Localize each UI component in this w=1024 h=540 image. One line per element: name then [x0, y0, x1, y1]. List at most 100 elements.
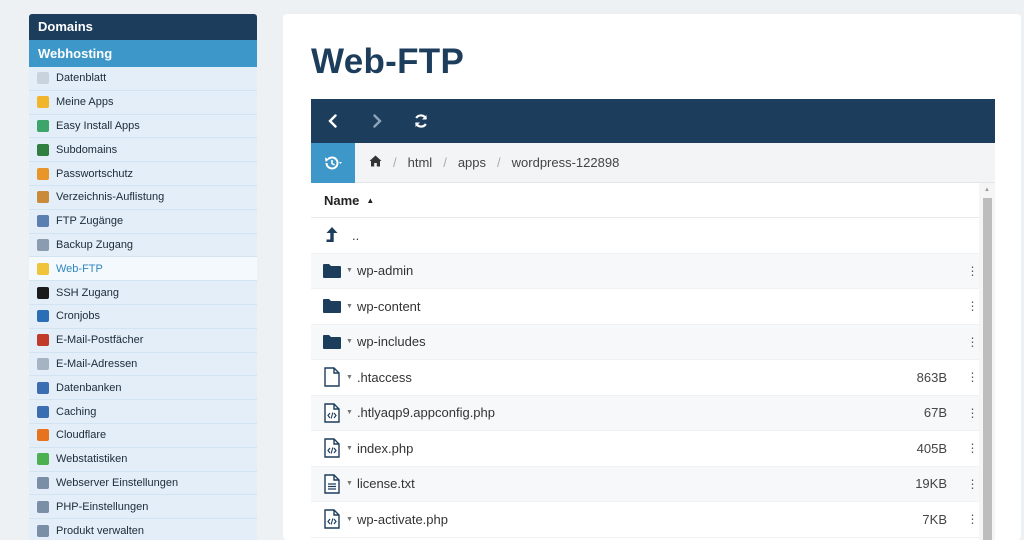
gears-icon: [37, 524, 49, 537]
parent-directory-row[interactable]: ..: [311, 218, 979, 254]
sidebar-item-label: Subdomains: [56, 143, 118, 156]
file-row[interactable]: ▼ wp-activate.php 7KB ⋮: [311, 502, 979, 538]
sidebar-item-easy-install-apps[interactable]: Easy Install Apps: [29, 115, 257, 139]
sidebar-item-backup-zugang[interactable]: Backup Zugang: [29, 234, 257, 258]
scroll-up-icon[interactable]: ▲: [979, 183, 995, 196]
file-name[interactable]: wp-admin: [357, 263, 887, 278]
code-file-icon: [322, 509, 342, 529]
sidebar-item-cronjobs[interactable]: Cronjobs: [29, 305, 257, 329]
gears-icon: [37, 476, 49, 489]
file-name[interactable]: wp-content: [357, 299, 887, 314]
caret-down-icon[interactable]: ▼: [346, 338, 353, 345]
file-row[interactable]: ▼ wp-content ⋮: [311, 289, 979, 325]
breadcrumb: / html / apps / wordpress-122898: [355, 155, 619, 170]
more-options-icon[interactable]: ⋮: [965, 264, 979, 278]
more-options-icon[interactable]: ⋮: [965, 299, 979, 313]
folder-icon: [322, 261, 342, 281]
sidebar-item-label: E-Mail-Adressen: [56, 357, 138, 370]
home-icon[interactable]: [369, 155, 382, 170]
apps-icon: [37, 96, 49, 109]
file-name[interactable]: index.php: [357, 441, 887, 456]
gears-icon: [37, 500, 49, 513]
file-row[interactable]: ▼ wp-admin ⋮: [311, 253, 979, 289]
parent-directory-label: ..: [352, 227, 360, 243]
file-name[interactable]: license.txt: [357, 476, 887, 491]
breadcrumb-separator: /: [393, 155, 397, 170]
envelope-icon: [37, 357, 49, 370]
folder-open-icon: [37, 191, 49, 204]
sidebar-item-ftp-zugänge[interactable]: FTP Zugänge: [29, 210, 257, 234]
sidebar-item-verzeichnis-auflistung[interactable]: Verzeichnis-Auflistung: [29, 186, 257, 210]
sidebar-item-label: E-Mail-Postfächer: [56, 334, 144, 347]
sidebar-item-datenbanken[interactable]: Datenbanken: [29, 376, 257, 401]
sidebar-item-cloudflare[interactable]: Cloudflare: [29, 424, 257, 448]
sidebar-item-e-mail-postfächer[interactable]: E-Mail-Postfächer: [29, 329, 257, 353]
sidebar-item-webserver-einstellungen[interactable]: Webserver Einstellungen: [29, 472, 257, 496]
caret-down-icon[interactable]: ▼: [346, 516, 353, 523]
file-name[interactable]: wp-activate.php: [357, 512, 887, 527]
file-icon: [322, 367, 342, 387]
folder-icon: [322, 332, 342, 352]
sidebar-item-label: Web-FTP: [56, 262, 103, 275]
sidebar-item-web-ftp[interactable]: Web-FTP: [29, 257, 257, 282]
more-options-icon[interactable]: ⋮: [965, 406, 979, 420]
refresh-button[interactable]: [399, 99, 443, 143]
column-header-name[interactable]: Name ▲: [311, 183, 995, 218]
file-size: 19KB: [915, 476, 947, 492]
file-size: 67B: [923, 405, 947, 421]
sidebar-item-meine-apps[interactable]: Meine Apps: [29, 91, 257, 115]
sidebar-item-ssh-zugang[interactable]: SSH Zugang: [29, 281, 257, 305]
sidebar-item-datenblatt[interactable]: Datenblatt: [29, 67, 257, 91]
more-options-icon[interactable]: ⋮: [965, 512, 979, 526]
sidebar-item-label: Passwortschutz: [56, 167, 134, 180]
file-size: 405B: [916, 440, 947, 456]
file-name[interactable]: wp-includes: [357, 334, 887, 349]
breadcrumb-apps[interactable]: apps: [458, 155, 486, 170]
key-icon: [37, 167, 49, 180]
file-row[interactable]: ▼ license.txt 19KB ⋮: [311, 466, 979, 502]
sidebar-item-produkt-verwalten[interactable]: Produkt verwalten: [29, 519, 257, 540]
scrollbar-thumb[interactable]: [983, 198, 992, 540]
sort-ascending-icon: ▲: [366, 195, 375, 205]
sidebar-item-label: Meine Apps: [56, 96, 114, 109]
caret-down-icon[interactable]: ▼: [346, 267, 353, 274]
sidebar-item-label: SSH Zugang: [56, 286, 119, 299]
breadcrumb-wordpress[interactable]: wordpress-122898: [512, 155, 620, 170]
caret-down-icon[interactable]: ▼: [346, 445, 353, 452]
file-row[interactable]: ▼ index.php 405B ⋮: [311, 431, 979, 467]
file-row[interactable]: ▼ wp-includes ⋮: [311, 324, 979, 360]
forward-button[interactable]: [355, 99, 399, 143]
history-dropdown-button[interactable]: [311, 142, 355, 183]
sidebar-item-caching[interactable]: Caching: [29, 400, 257, 424]
breadcrumb-html[interactable]: html: [408, 155, 433, 170]
sidebar-item-subdomains[interactable]: Subdomains: [29, 138, 257, 163]
caret-down-icon[interactable]: ▼: [346, 374, 353, 381]
sidebar-item-webstatistiken[interactable]: Webstatistiken: [29, 448, 257, 472]
caret-down-icon[interactable]: ▼: [346, 303, 353, 310]
sidebar-item-e-mail-adressen[interactable]: E-Mail-Adressen: [29, 353, 257, 377]
more-options-icon[interactable]: ⋮: [965, 441, 979, 455]
scrollbar[interactable]: ▲: [979, 183, 995, 540]
more-options-icon[interactable]: ⋮: [965, 370, 979, 384]
more-options-icon[interactable]: ⋮: [965, 335, 979, 349]
more-options-icon[interactable]: ⋮: [965, 477, 979, 491]
column-header-label: Name: [324, 192, 360, 208]
caret-down-icon[interactable]: ▼: [346, 409, 353, 416]
caret-down-icon[interactable]: ▼: [346, 480, 353, 487]
sidebar-item-php-einstellungen[interactable]: PHP-Einstellungen: [29, 495, 257, 520]
sidebar-section-webhosting[interactable]: Webhosting: [29, 40, 257, 67]
sidebar-item-passwortschutz[interactable]: Passwortschutz: [29, 162, 257, 186]
sidebar-header-domains[interactable]: Domains: [29, 14, 257, 40]
sidebar: Domains Webhosting Datenblatt Meine Apps E…: [29, 14, 257, 540]
file-name[interactable]: .htaccess: [357, 370, 887, 385]
file-name[interactable]: .htlyaqp9.appconfig.php: [357, 405, 887, 420]
install-icon: [37, 119, 49, 132]
code-file-icon: [322, 403, 342, 423]
back-button[interactable]: [311, 99, 355, 143]
file-row[interactable]: ▼ .htaccess 863B ⋮: [311, 360, 979, 396]
file-row[interactable]: ▼ .htlyaqp9.appconfig.php 67B ⋮: [311, 395, 979, 431]
breadcrumb-separator: /: [443, 155, 447, 170]
refresh-icon: [414, 114, 428, 128]
ftp-toolbar: [311, 99, 995, 143]
sidebar-item-label: Verzeichnis-Auflistung: [56, 191, 165, 204]
